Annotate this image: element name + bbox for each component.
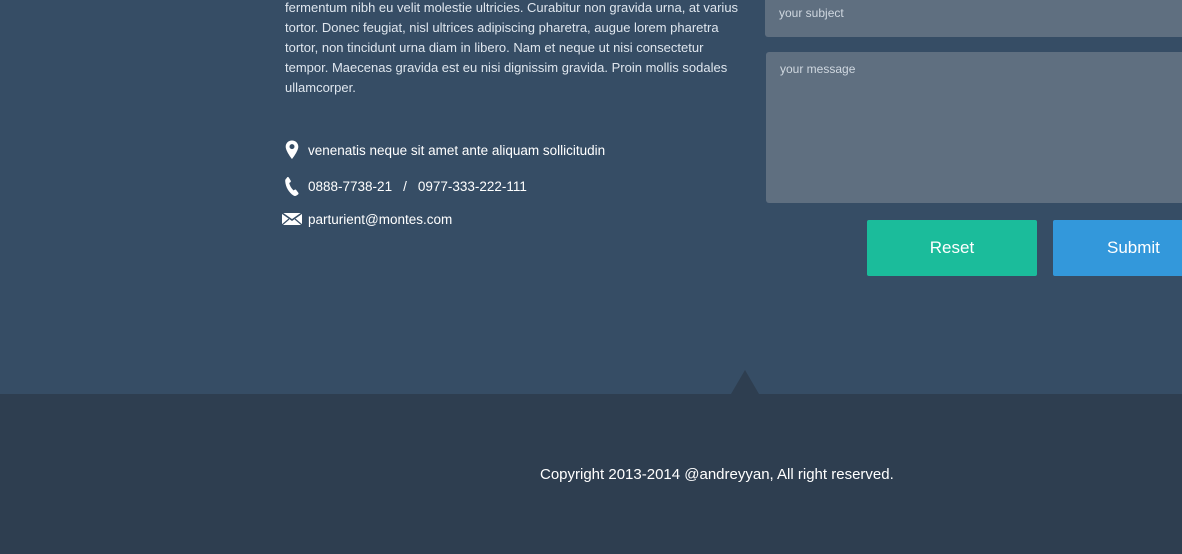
message-textarea[interactable]: your message bbox=[766, 52, 1182, 203]
envelope-icon bbox=[281, 208, 303, 230]
footer-arrow bbox=[731, 370, 759, 394]
contact-address: venenatis neque sit amet ante aliquam so… bbox=[281, 139, 605, 161]
phone-number-2: 0977-333-222-111 bbox=[417, 178, 527, 194]
address-text: venenatis neque sit amet ante aliquam so… bbox=[308, 142, 606, 158]
reset-button[interactable]: Reset bbox=[867, 220, 1037, 276]
contact-email: parturient@montes.com bbox=[281, 208, 452, 230]
submit-button[interactable]: Submit bbox=[1053, 220, 1182, 276]
phone-separator: / bbox=[403, 178, 407, 194]
email-link[interactable]: parturient@montes.com bbox=[308, 212, 452, 227]
phone-icon bbox=[281, 175, 303, 197]
message-placeholder: your message bbox=[780, 62, 856, 76]
map-pin-icon bbox=[281, 139, 303, 161]
phone-number-1: 0888-7738-21 bbox=[308, 178, 393, 194]
contact-section: fermentum nibh eu velit molestie ultrici… bbox=[0, 0, 1182, 394]
copyright-text: Copyright 2013-2014 @andreyyan, All righ… bbox=[540, 466, 894, 483]
subject-input[interactable]: your subject bbox=[765, 0, 1182, 37]
contact-phone: 0888-7738-21 / 0977-333-222-111 bbox=[281, 175, 527, 197]
about-text: fermentum nibh eu velit molestie ultrici… bbox=[285, 0, 739, 95]
subject-placeholder: your subject bbox=[779, 6, 844, 20]
